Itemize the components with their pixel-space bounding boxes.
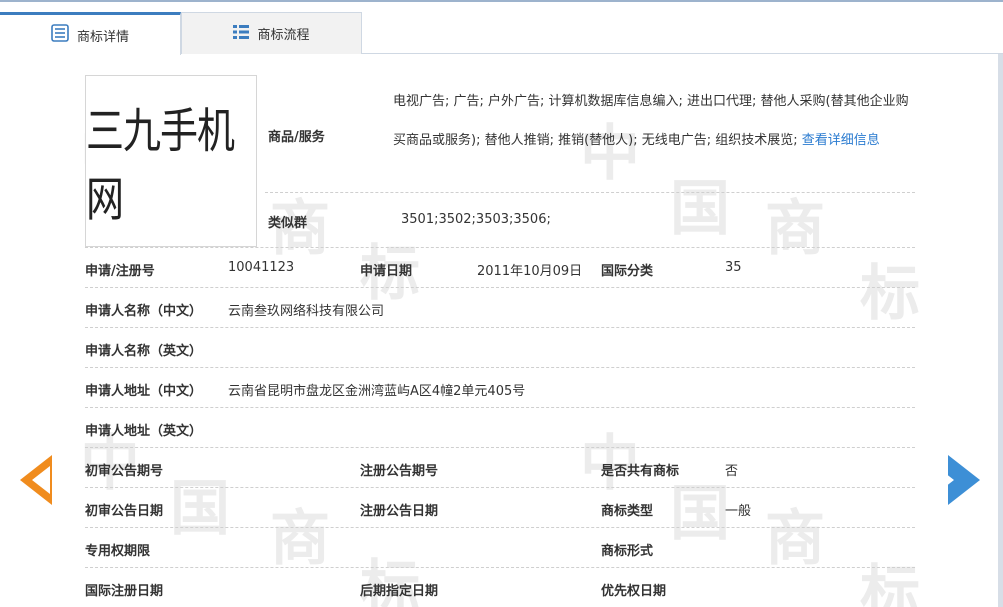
tab-label: 商标流程 xyxy=(257,28,310,43)
exclusive-label: 专用权期限 xyxy=(85,544,151,559)
trademark-image: 三九手机网 xyxy=(85,75,257,247)
tab-label: 商标详情 xyxy=(76,29,129,45)
type-label: 商标类型 xyxy=(601,504,654,519)
divider xyxy=(85,447,915,448)
tab-bar: 商标详情 商标流程 xyxy=(0,12,1003,55)
divider xyxy=(85,327,915,328)
tab-trademark-details[interactable]: 商标详情 xyxy=(0,12,181,55)
watermark-char: 商 xyxy=(765,504,825,574)
similar-group-value: 3501;3502;3503;3506; xyxy=(401,212,551,227)
divider xyxy=(85,287,915,288)
scrollbar-track[interactable] xyxy=(998,54,1003,607)
divider xyxy=(85,247,915,248)
top-border xyxy=(0,0,1003,2)
watermark-char: 标 xyxy=(860,559,920,607)
applicant-cn-label: 申请人名称（中文） xyxy=(85,304,203,319)
divider xyxy=(85,527,915,528)
watermark-char: 商 xyxy=(270,504,330,574)
previous-arrow-icon[interactable] xyxy=(20,455,52,505)
app-date-label: 申请日期 xyxy=(360,264,413,279)
form-label: 商标形式 xyxy=(601,544,654,559)
type-value: 一般 xyxy=(725,504,752,519)
reg-no-value: 10041123 xyxy=(228,260,295,275)
reg-pub-no-label: 注册公告期号 xyxy=(360,464,439,479)
address-en-label: 申请人地址（英文） xyxy=(85,424,203,439)
intl-class-label: 国际分类 xyxy=(601,264,654,279)
address-cn-label: 申请人地址（中文） xyxy=(85,384,203,399)
divider xyxy=(85,407,915,408)
watermark-char: 国 xyxy=(670,174,730,244)
priority-date-label: 优先权日期 xyxy=(601,584,667,599)
next-arrow-icon[interactable] xyxy=(936,455,980,505)
view-details-link[interactable]: 查看详细信息 xyxy=(802,133,880,148)
document-list-icon xyxy=(51,24,69,46)
shared-label: 是否共有商标 xyxy=(601,464,680,479)
reg-pub-date-label: 注册公告日期 xyxy=(360,504,439,519)
grid-list-icon xyxy=(233,24,250,44)
divider xyxy=(85,487,915,488)
later-date-label: 后期指定日期 xyxy=(360,584,439,599)
prelim-no-label: 初审公告期号 xyxy=(85,464,164,479)
applicant-en-label: 申请人名称（英文） xyxy=(85,344,203,359)
divider xyxy=(265,192,915,193)
app-date-value: 2011年10月09日 xyxy=(477,264,583,279)
watermark-char: 标 xyxy=(860,259,920,329)
divider xyxy=(85,567,915,568)
tab-trademark-process[interactable]: 商标流程 xyxy=(181,12,362,54)
watermark-char: 商 xyxy=(765,194,825,264)
similar-group-label: 类似群 xyxy=(268,216,308,231)
applicant-cn-value: 云南叁玖网络科技有限公司 xyxy=(228,304,385,319)
divider xyxy=(85,367,915,368)
goods-services-label: 商品/服务 xyxy=(268,130,325,145)
address-cn-value: 云南省昆明市盘龙区金洲湾蓝屿A区4幢2单元405号 xyxy=(228,384,526,399)
trademark-image-text: 三九手机网 xyxy=(86,103,235,228)
watermark-char: 国 xyxy=(170,474,230,544)
watermark-char: 中 xyxy=(580,429,640,499)
prelim-date-label: 初审公告日期 xyxy=(85,504,164,519)
reg-no-label: 申请/注册号 xyxy=(85,264,155,279)
shared-value: 否 xyxy=(725,464,739,479)
intl-class-value: 35 xyxy=(725,260,742,275)
intl-reg-date-label: 国际注册日期 xyxy=(85,584,164,599)
goods-services-value: 电视广告; 广告; 户外广告; 计算机数据库信息编入; 进出口代理; 替他人采购… xyxy=(393,82,915,160)
